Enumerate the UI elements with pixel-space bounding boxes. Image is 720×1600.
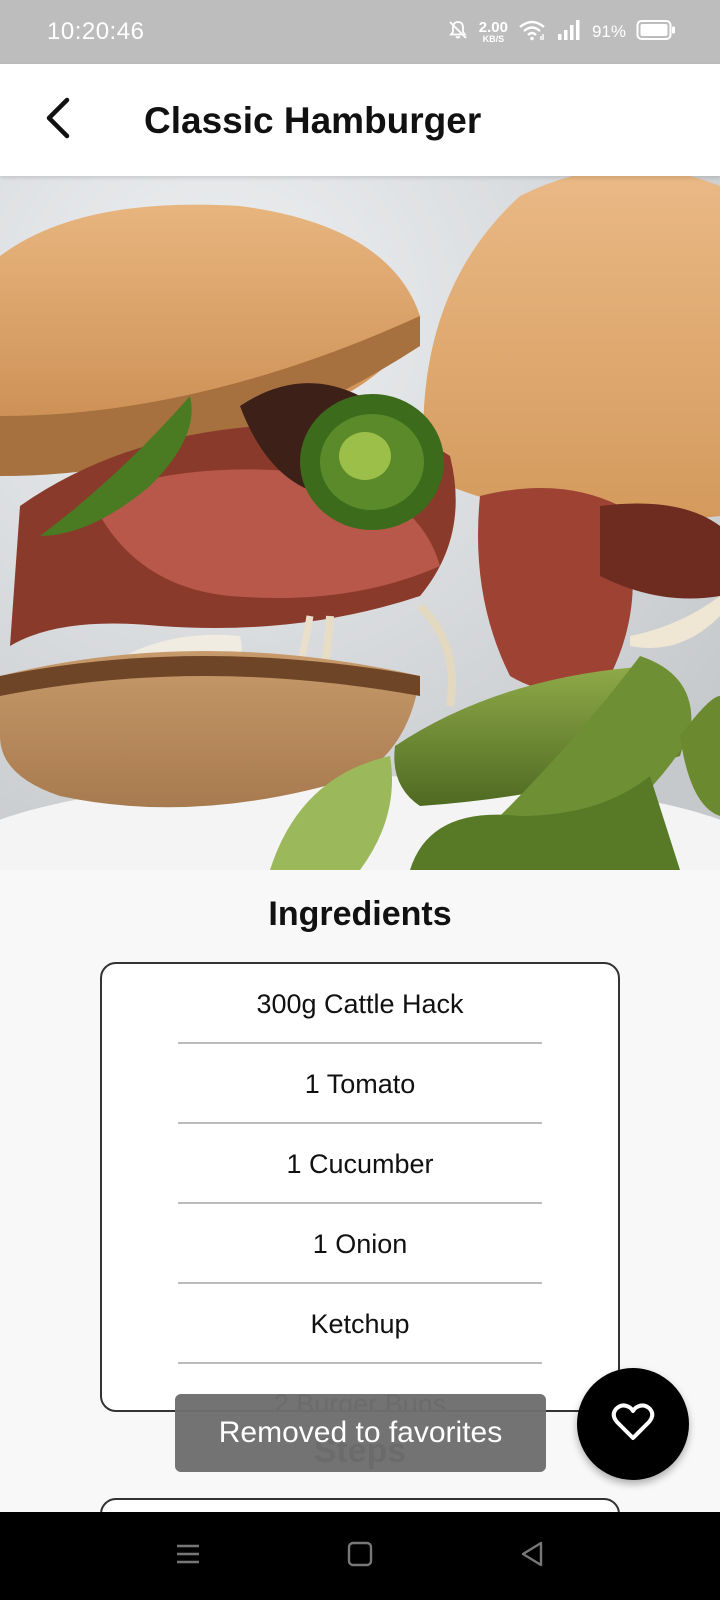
net-speed-unit: KB/S — [482, 34, 505, 44]
favorite-button[interactable] — [577, 1368, 689, 1480]
nav-home-button[interactable] — [336, 1532, 384, 1580]
back-triangle-icon — [518, 1540, 546, 1573]
ingredient-item: 1 Tomato — [102, 1044, 618, 1124]
ingredient-item: 1 Cucumber — [102, 1124, 618, 1204]
battery-percent: 91% — [591, 22, 626, 41]
heart-outline-icon — [611, 1402, 655, 1447]
nav-back-button[interactable] — [508, 1532, 556, 1580]
system-nav-bar — [0, 1512, 720, 1600]
ingredients-list: 300g Cattle Hack 1 Tomato 1 Cucumber 1 O… — [100, 962, 620, 1412]
net-speed: 2.00 KB/S — [479, 20, 508, 44]
toast-message: Removed to favorites — [175, 1394, 546, 1472]
recipe-detail-screen: 10:20:46 2.00 KB/S 91% Classic Hamburger… — [0, 0, 720, 1600]
page-title: Classic Hamburger — [144, 100, 482, 141]
chevron-left-icon — [43, 96, 73, 145]
bell-muted-icon — [447, 19, 469, 46]
home-square-icon — [346, 1540, 374, 1573]
status-time: 10:20:46 — [47, 18, 145, 45]
ingredient-item: Ketchup — [102, 1284, 618, 1364]
wifi-icon — [518, 19, 546, 46]
menu-icon — [174, 1540, 202, 1573]
status-icons: 2.00 KB/S 91% — [447, 16, 676, 48]
battery-icon — [636, 19, 676, 46]
net-speed-value: 2.00 — [478, 19, 508, 36]
recipe-image — [0, 176, 720, 870]
ingredient-item: 1 Onion — [102, 1204, 618, 1284]
status-bar: 10:20:46 2.00 KB/S 91% — [0, 0, 720, 64]
ingredient-item: 300g Cattle Hack — [102, 964, 618, 1044]
app-bar: Classic Hamburger — [0, 64, 720, 176]
ingredients-title: Ingredients — [268, 895, 452, 933]
back-button[interactable] — [30, 92, 86, 148]
nav-menu-button[interactable] — [164, 1532, 212, 1580]
signal-icon — [556, 19, 582, 46]
